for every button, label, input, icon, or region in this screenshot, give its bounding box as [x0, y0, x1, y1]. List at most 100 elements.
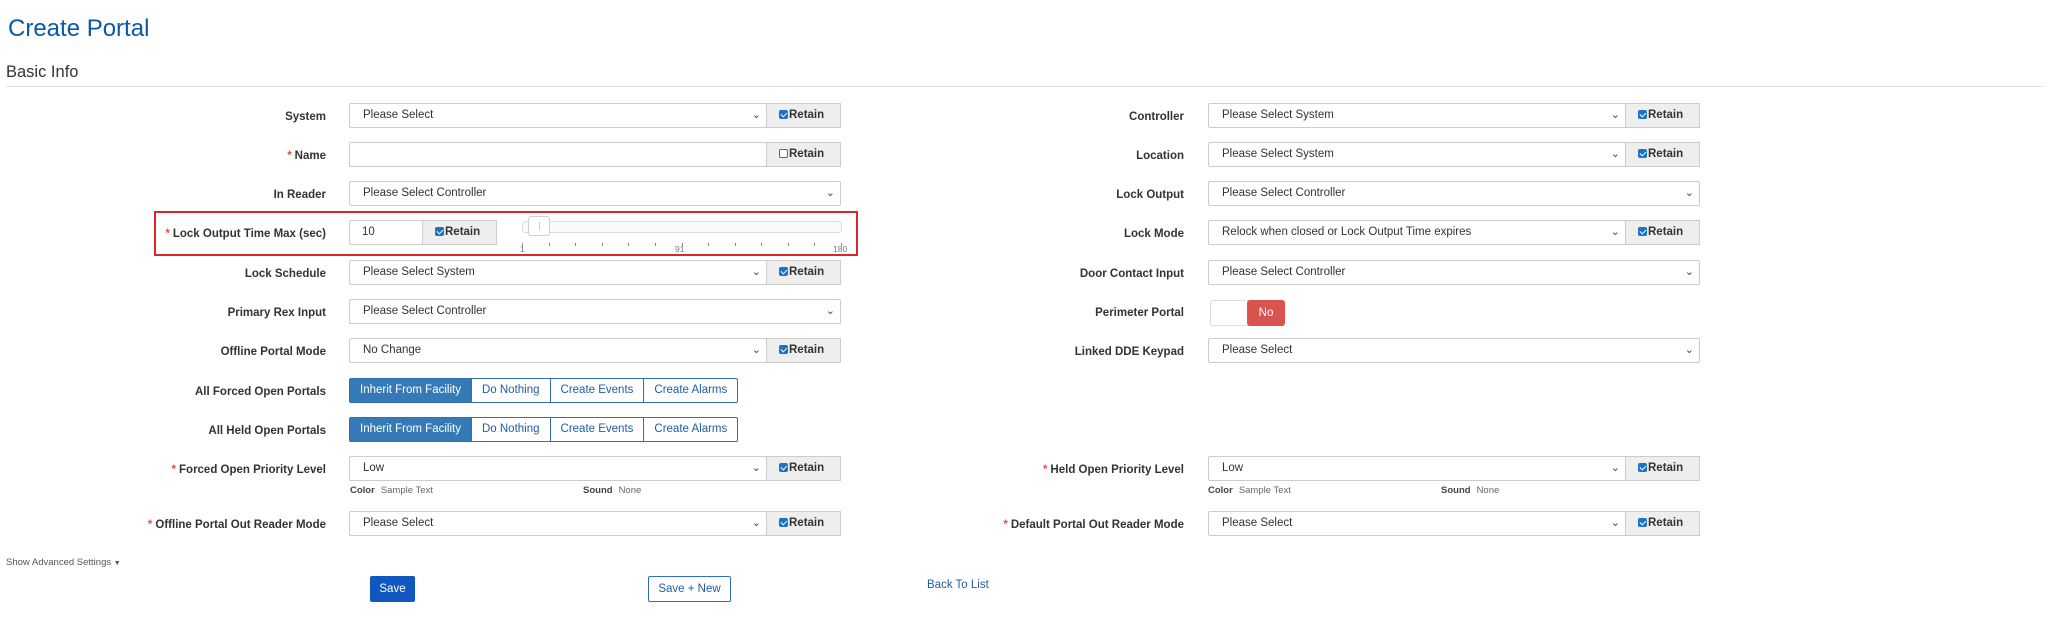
door-contact-input-select[interactable]: Please Select Controller ⌄ — [1208, 260, 1700, 285]
checkbox-checked-icon[interactable] — [1638, 149, 1647, 158]
lock-output-select[interactable]: Please Select Controller ⌄ — [1208, 181, 1700, 206]
lock-output-time-slider-track[interactable] — [522, 221, 842, 233]
color-label: Color — [350, 485, 375, 496]
forced-open-do-nothing-button[interactable]: Do Nothing — [470, 378, 551, 403]
name-retain[interactable]: Retain — [766, 142, 841, 167]
slider-tick — [628, 243, 629, 246]
held-open-priority-select[interactable]: Low ⌄ — [1208, 456, 1626, 481]
checkbox-checked-icon[interactable] — [1638, 463, 1647, 472]
held-open-do-nothing-button[interactable]: Do Nothing — [470, 417, 551, 442]
linked-dde-keypad-select-value: Please Select — [1222, 344, 1293, 356]
name-input[interactable] — [349, 142, 767, 167]
checkbox-checked-icon[interactable] — [779, 463, 788, 472]
forced-open-create-alarms-button[interactable]: Create Alarms — [643, 378, 739, 403]
lock-schedule-retain[interactable]: Retain — [766, 260, 841, 285]
sound-value: None — [618, 485, 642, 496]
show-advanced-settings-link[interactable]: Show Advanced Settings ▼ — [6, 557, 121, 568]
chevron-down-icon: ⌄ — [1684, 266, 1694, 278]
lock-output-time-max-input[interactable]: 10 — [349, 220, 423, 245]
lock-output-time-max-label-text: Lock Output Time Max (sec) — [172, 228, 326, 240]
forced-open-priority-retain[interactable]: Retain — [766, 456, 841, 481]
checkbox-checked-icon[interactable] — [1638, 110, 1647, 119]
offline-portal-mode-retain[interactable]: Retain — [766, 338, 841, 363]
system-retain[interactable]: Retain — [766, 103, 841, 128]
color-value: Sample Text — [1238, 485, 1291, 496]
lock-output-time-max-retain[interactable]: Retain — [422, 220, 497, 245]
slider-max-label: 180 — [833, 244, 848, 254]
location-label: Location — [1136, 150, 1184, 162]
save-new-button[interactable]: Save + New — [648, 576, 731, 602]
location-select-value: Please Select System — [1222, 148, 1334, 160]
retain-label: Retain — [789, 344, 825, 356]
chevron-down-icon: ⌄ — [1684, 344, 1694, 356]
color-value: Sample Text — [380, 485, 433, 496]
forced-open-inherit-button[interactable]: Inherit From Facility — [349, 378, 472, 403]
controller-select-value: Please Select System — [1222, 109, 1334, 121]
primary-rex-input-select-value: Please Select Controller — [363, 305, 487, 317]
location-select[interactable]: Please Select System ⌄ — [1208, 142, 1626, 167]
all-held-open-portals-label: All Held Open Portals — [208, 425, 326, 437]
retain-label: Retain — [789, 517, 825, 529]
checkbox-checked-icon[interactable] — [779, 345, 788, 354]
system-select-value: Please Select — [363, 109, 434, 121]
chevron-down-icon: ⌄ — [1684, 187, 1694, 199]
retain-label: Retain — [1648, 148, 1684, 160]
checkbox-checked-icon[interactable] — [435, 227, 444, 236]
forced-open-priority-level-label-text: Forced Open Priority Level — [179, 464, 326, 476]
checkbox-unchecked-icon[interactable] — [779, 149, 788, 158]
chevron-down-icon: ⌄ — [825, 187, 835, 199]
offline-portal-out-reader-mode-label: * Offline Portal Out Reader Mode — [147, 519, 326, 531]
lock-mode-select[interactable]: Relock when closed or Lock Output Time e… — [1208, 220, 1626, 245]
lock-output-time-slider-handle[interactable] — [528, 216, 550, 236]
forced-open-color-info: Color Sample Text — [350, 485, 433, 496]
lock-mode-retain[interactable]: Retain — [1625, 220, 1700, 245]
checkbox-checked-icon[interactable] — [1638, 227, 1647, 236]
offline-portal-out-reader-select[interactable]: Please Select ⌄ — [349, 511, 767, 536]
location-retain[interactable]: Retain — [1625, 142, 1700, 167]
checkbox-checked-icon[interactable] — [779, 267, 788, 276]
retain-label: Retain — [1648, 109, 1684, 121]
held-open-inherit-button[interactable]: Inherit From Facility — [349, 417, 472, 442]
default-portal-out-reader-select-value: Please Select — [1222, 517, 1293, 529]
primary-rex-input-select[interactable]: Please Select Controller ⌄ — [349, 299, 841, 324]
door-contact-input-select-value: Please Select Controller — [1222, 266, 1346, 278]
section-divider — [6, 86, 2044, 87]
lock-schedule-select[interactable]: Please Select System ⌄ — [349, 260, 767, 285]
held-open-priority-retain[interactable]: Retain — [1625, 456, 1700, 481]
offline-portal-out-reader-retain[interactable]: Retain — [766, 511, 841, 536]
retain-label: Retain — [445, 226, 481, 238]
sound-label: Sound — [1441, 485, 1471, 496]
show-advanced-settings-text: Show Advanced Settings — [6, 557, 112, 568]
retain-label: Retain — [1648, 226, 1684, 238]
chevron-down-icon: ⌄ — [751, 266, 761, 278]
checkbox-checked-icon[interactable] — [1638, 518, 1647, 527]
forced-open-priority-select[interactable]: Low ⌄ — [349, 456, 767, 481]
checkbox-checked-icon[interactable] — [779, 518, 788, 527]
controller-select[interactable]: Please Select System ⌄ — [1208, 103, 1626, 128]
caret-down-icon: ▼ — [113, 560, 121, 567]
slider-tick — [761, 243, 762, 246]
linked-dde-keypad-select[interactable]: Please Select ⌄ — [1208, 338, 1700, 363]
controller-retain[interactable]: Retain — [1625, 103, 1700, 128]
in-reader-select[interactable]: Please Select Controller ⌄ — [349, 181, 841, 206]
held-open-create-alarms-button[interactable]: Create Alarms — [643, 417, 739, 442]
system-select[interactable]: Please Select ⌄ — [349, 103, 767, 128]
back-to-list-link[interactable]: Back To List — [927, 577, 989, 593]
slider-mid-label: 91 — [675, 244, 685, 254]
forced-open-create-events-button[interactable]: Create Events — [549, 378, 645, 403]
slider-tick — [814, 243, 815, 246]
perimeter-portal-toggle[interactable]: No — [1210, 300, 1285, 326]
save-button[interactable]: Save — [370, 576, 415, 602]
controller-label: Controller — [1129, 111, 1184, 123]
name-label: * Name — [287, 150, 326, 162]
default-portal-out-reader-retain[interactable]: Retain — [1625, 511, 1700, 536]
checkbox-checked-icon[interactable] — [779, 110, 788, 119]
held-open-sound-info: Sound None — [1441, 485, 1499, 496]
default-portal-out-reader-select[interactable]: Please Select ⌄ — [1208, 511, 1626, 536]
held-open-create-events-button[interactable]: Create Events — [549, 417, 645, 442]
offline-portal-mode-select[interactable]: No Change ⌄ — [349, 338, 767, 363]
retain-label: Retain — [1648, 517, 1684, 529]
all-forced-open-portals-label: All Forced Open Portals — [195, 386, 326, 398]
lock-output-label: Lock Output — [1116, 189, 1184, 201]
retain-label: Retain — [789, 266, 825, 278]
